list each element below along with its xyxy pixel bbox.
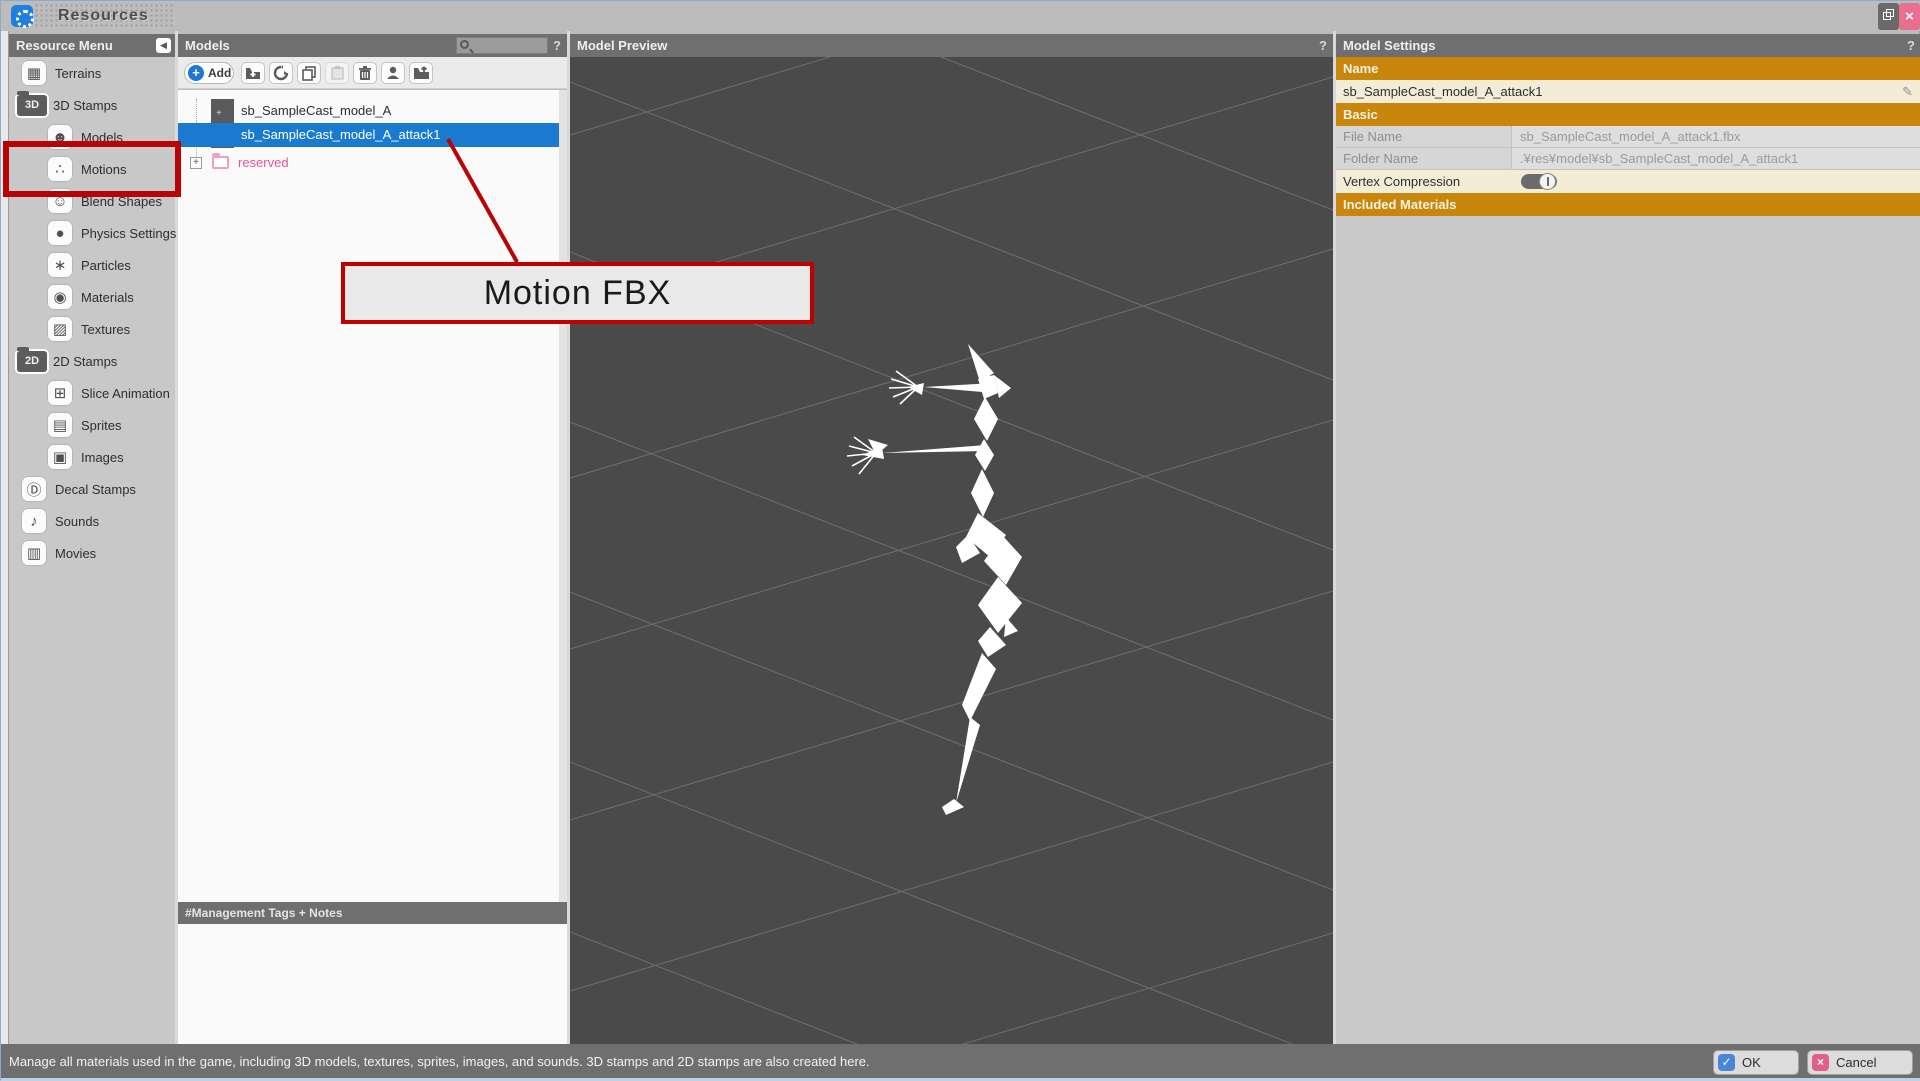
sounds-icon: ♪: [21, 508, 47, 534]
particles-icon: ∗: [47, 252, 73, 278]
file-name-value: sb_SampleCast_model_A_attack1.fbx: [1511, 126, 1920, 148]
textures-icon: ▨: [47, 316, 73, 342]
images-icon: ▣: [47, 444, 73, 470]
status-message: Manage all materials used in the game, i…: [9, 1054, 870, 1069]
slice-animation-icon: ⊞: [47, 380, 73, 406]
models-toolbar: + Add: [178, 57, 567, 89]
models-highlight-annotation: [3, 141, 181, 197]
resources-window: { "window": { "title": "Resources", "clo…: [0, 0, 1920, 1080]
list-item-model-a[interactable]: + sb_SampleCast_model_A: [178, 99, 559, 123]
sidebar-item-sounds[interactable]: ♪ Sounds: [9, 505, 175, 537]
delete-button[interactable]: [353, 62, 377, 84]
folder-icon: [212, 156, 229, 169]
folder-name-row: Folder Name .¥res¥model¥sb_SampleCast_mo…: [1336, 148, 1920, 170]
help-button[interactable]: ?: [1907, 34, 1915, 57]
model-preview-viewport[interactable]: [570, 57, 1333, 1044]
sidebar-item-materials[interactable]: ◉ Materials: [9, 281, 175, 313]
preview-3d-scene: [570, 57, 1333, 1044]
list-item-reserved-folder[interactable]: + reserved: [178, 151, 559, 175]
paste-button[interactable]: [325, 62, 349, 84]
export-button[interactable]: [409, 62, 433, 84]
sprites-icon: ▤: [47, 412, 73, 438]
sidebar-item-images[interactable]: ▣ Images: [9, 441, 175, 473]
app-icon: [11, 5, 33, 27]
3d-stamps-folder-icon: 3D: [17, 95, 47, 116]
help-button[interactable]: ?: [1319, 34, 1327, 57]
resource-menu: ▦ Terrains 3D 3D Stamps ☻ Models ∴ Motio…: [9, 57, 175, 1044]
sidebar-item-textures[interactable]: ▨ Textures: [9, 313, 175, 345]
file-name-row: File Name sb_SampleCast_model_A_attack1.…: [1336, 126, 1920, 148]
stamp-button[interactable]: [381, 62, 405, 84]
new-folder-button[interactable]: [241, 62, 265, 84]
materials-icon: ◉: [47, 284, 73, 310]
restore-icon: [1883, 12, 1891, 20]
sidebar-item-slice-animation[interactable]: ⊞ Slice Animation: [9, 377, 175, 409]
management-notes-area[interactable]: [178, 924, 567, 1044]
models-list: + sb_SampleCast_model_A sb_SampleCast_mo…: [178, 90, 559, 902]
search-input[interactable]: [456, 37, 548, 54]
sidebar-item-terrains[interactable]: ▦ Terrains: [9, 57, 175, 89]
motion-fbx-annotation: Motion FBX: [341, 262, 814, 324]
title-bar: Resources ×: [1, 1, 1920, 31]
sidebar-item-decal-stamps[interactable]: Ⓓ Decal Stamps: [9, 473, 175, 505]
name-field[interactable]: sb_SampleCast_model_A_attack1 ✎: [1336, 80, 1920, 103]
edit-pencil-icon[interactable]: ✎: [1902, 80, 1913, 103]
terrains-icon: ▦: [21, 60, 47, 86]
window-title: Resources: [34, 3, 175, 29]
expand-icon[interactable]: +: [190, 157, 202, 169]
management-tags-bar[interactable]: #Management Tags + Notes: [178, 902, 567, 924]
refresh-button[interactable]: [269, 62, 293, 84]
new-folder-icon: [245, 67, 261, 80]
physics-settings-icon: ●: [47, 220, 73, 246]
refresh-icon: [273, 65, 289, 81]
2d-stamps-folder-icon: 2D: [17, 351, 47, 372]
included-materials-header: Included Materials: [1336, 193, 1920, 216]
ok-button[interactable]: ✓ OK: [1713, 1050, 1799, 1075]
models-scrollbar[interactable]: [559, 90, 567, 902]
toggle-knob: [1539, 173, 1556, 190]
model-preview-header: Model Preview ?: [570, 34, 1333, 57]
search-icon: [460, 40, 469, 49]
model-settings-header: Model Settings ?: [1336, 34, 1920, 57]
paste-icon: [331, 66, 344, 80]
duplicate-icon: [302, 66, 317, 81]
sidebar-item-movies[interactable]: ▥ Movies: [9, 537, 175, 569]
add-icon: +: [188, 65, 204, 81]
export-folder-icon: [413, 66, 430, 80]
models-panel-header: Models ?: [178, 34, 567, 57]
resource-menu-header: Resource Menu ◀: [9, 34, 175, 57]
sidebar-item-physics-settings[interactable]: ● Physics Settings: [9, 217, 175, 249]
cancel-x-icon: ×: [1812, 1054, 1829, 1071]
close-window-button[interactable]: ×: [1899, 3, 1920, 30]
stamp-person-icon: [386, 66, 400, 80]
name-section-header: Name: [1336, 57, 1920, 80]
add-button[interactable]: + Add: [184, 62, 234, 84]
skeleton-figure: [862, 344, 1022, 815]
restore-window-button[interactable]: [1878, 3, 1899, 30]
movies-icon: ▥: [21, 540, 47, 566]
sidebar-item-3d-stamps[interactable]: 3D 3D Stamps: [9, 89, 175, 121]
sidebar-item-particles[interactable]: ∗ Particles: [9, 249, 175, 281]
sidebar-item-sprites[interactable]: ▤ Sprites: [9, 409, 175, 441]
model-settings-panel: Name sb_SampleCast_model_A_attack1 ✎ Bas…: [1336, 57, 1920, 1044]
trash-icon: [358, 66, 372, 81]
collapse-panel-button[interactable]: ◀: [156, 38, 171, 53]
status-bar: Manage all materials used in the game, i…: [1, 1044, 1920, 1081]
vertex-compression-toggle[interactable]: [1521, 174, 1557, 189]
list-item-model-a-attack1-selected[interactable]: sb_SampleCast_model_A_attack1: [178, 123, 559, 147]
decal-stamps-icon: Ⓓ: [21, 476, 47, 502]
folder-name-value: .¥res¥model¥sb_SampleCast_model_A_attack…: [1511, 148, 1920, 170]
cancel-button[interactable]: × Cancel: [1807, 1050, 1913, 1075]
help-button[interactable]: ?: [553, 34, 561, 57]
ok-check-icon: ✓: [1718, 1054, 1735, 1071]
sidebar-item-2d-stamps[interactable]: 2D 2D Stamps: [9, 345, 175, 377]
vertex-compression-row: Vertex Compression: [1336, 170, 1920, 193]
duplicate-button[interactable]: [297, 62, 321, 84]
basic-section-header: Basic: [1336, 103, 1920, 126]
